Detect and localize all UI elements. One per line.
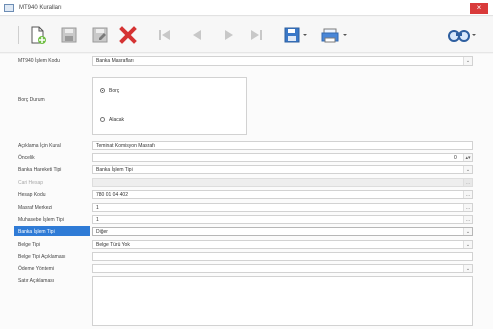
- next-record-button[interactable]: [218, 23, 240, 47]
- mt940-code-value: Banka Masrafları: [96, 58, 134, 64]
- payment-method-combo[interactable]: ⌄: [92, 264, 473, 273]
- save-icon: [61, 27, 77, 43]
- chevron-down-icon: ⌄: [463, 166, 472, 173]
- current-account-label: Cari Hesap: [18, 180, 44, 186]
- debit-option-label: Borç: [109, 88, 120, 94]
- ellipsis-icon: …: [463, 191, 472, 198]
- priority-label: Öncelik: [18, 155, 35, 161]
- ellipsis-icon: …: [463, 204, 472, 211]
- document-type-label: Belge Tipi: [18, 242, 40, 248]
- chevron-down-icon: ⌄: [463, 228, 472, 235]
- credit-radio[interactable]: [100, 117, 105, 122]
- accounting-transaction-type-input[interactable]: 1 …: [92, 215, 473, 224]
- description-rule-label: Açıklama İçin Kural: [18, 143, 61, 149]
- priority-value: 0: [454, 155, 457, 161]
- bank-transaction-type-label: Banka İşlem Tipi: [18, 229, 55, 235]
- next-icon: [225, 30, 233, 40]
- description-rule-value: Teminat Komisyon Masrafı: [96, 143, 155, 149]
- title-bar: MT940 Kuralları ×: [0, 0, 493, 16]
- window-title: MT940 Kuralları: [19, 4, 62, 11]
- account-code-input[interactable]: 780 01 04 402 …: [92, 190, 473, 199]
- line-description-label: Satır Açıklaması: [18, 278, 55, 284]
- search-icon: [448, 30, 476, 42]
- close-button[interactable]: ×: [470, 3, 488, 14]
- accounting-transaction-type-value: 1: [96, 217, 99, 223]
- ellipsis-icon: …: [463, 179, 472, 186]
- payment-method-label: Ödeme Yöntemi: [18, 266, 55, 272]
- credit-option-label: Alacak: [109, 117, 125, 123]
- save-options-icon: [284, 27, 307, 43]
- toolbar-divider: [18, 26, 19, 44]
- cost-center-value: 1: [96, 205, 99, 211]
- new-icon: [31, 26, 46, 44]
- chevron-down-icon: ⌄: [463, 265, 472, 272]
- line-description-input[interactable]: [92, 276, 473, 326]
- cost-center-input[interactable]: 1 …: [92, 203, 473, 212]
- save-as-icon: [92, 27, 108, 43]
- search-dropdown[interactable]: [444, 23, 482, 47]
- priority-spin[interactable]: 0 ▴▾: [92, 153, 473, 162]
- save-options-dropdown[interactable]: [281, 23, 311, 47]
- debit-radio[interactable]: [100, 88, 105, 93]
- ellipsis-icon: …: [463, 216, 472, 223]
- print-icon: [321, 28, 347, 43]
- current-account-field: …: [92, 178, 473, 187]
- first-icon: [159, 30, 170, 40]
- last-icon: [251, 30, 262, 40]
- rule-form: MT940 İşlem Kodu Banka Masrafları ⌄ Borç…: [0, 54, 493, 329]
- mt940-code-label: MT940 İşlem Kodu: [18, 58, 60, 64]
- new-button[interactable]: [26, 23, 48, 47]
- debt-status-label: Borç Durum: [18, 97, 45, 103]
- document-type-value: Belge Türü Yok: [96, 242, 130, 248]
- chevron-down-icon: ⌄: [463, 241, 472, 248]
- mt940-rules-window: MT940 Kuralları × MT940 İşlem Kodu Banka…: [0, 0, 493, 329]
- account-code-value: 780 01 04 402: [96, 192, 128, 198]
- last-record-button[interactable]: [245, 23, 267, 47]
- save-button[interactable]: [58, 23, 80, 47]
- mt940-code-combo[interactable]: Banka Masrafları ⌄: [92, 56, 473, 66]
- document-type-combo[interactable]: Belge Türü Yok ⌄: [92, 240, 473, 249]
- bank-movement-type-combo[interactable]: Banka İşlem Tipi ⌄: [92, 165, 473, 174]
- accounting-transaction-type-label: Muhasebe İşlem Tipi: [18, 217, 64, 223]
- account-code-label: Hesap Kodu: [18, 192, 46, 198]
- document-type-description-input[interactable]: [92, 252, 473, 261]
- bank-transaction-type-value: Diğer: [96, 229, 108, 235]
- save-as-button[interactable]: [89, 23, 111, 47]
- toolbar: [0, 17, 493, 53]
- window-icon: [4, 3, 14, 12]
- bank-transaction-type-combo[interactable]: Diğer ⌄: [92, 227, 473, 236]
- previous-record-button[interactable]: [186, 23, 208, 47]
- cost-center-label: Masraf Merkezi: [18, 205, 53, 211]
- first-record-button[interactable]: [154, 23, 176, 47]
- spin-icon: ▴▾: [463, 154, 472, 161]
- delete-button[interactable]: [117, 23, 139, 47]
- print-dropdown[interactable]: [318, 23, 354, 47]
- debt-status-group: Borç Alacak: [92, 77, 247, 135]
- bank-movement-type-label: Banka Hareketi Tipi: [18, 167, 62, 173]
- previous-icon: [193, 30, 201, 40]
- bank-movement-type-value: Banka İşlem Tipi: [96, 167, 133, 173]
- delete-icon: [119, 26, 137, 44]
- document-type-description-label: Belge Tipi Açıklaması: [18, 254, 66, 260]
- chevron-down-icon: ⌄: [463, 57, 472, 65]
- description-rule-input[interactable]: Teminat Komisyon Masrafı: [92, 141, 473, 150]
